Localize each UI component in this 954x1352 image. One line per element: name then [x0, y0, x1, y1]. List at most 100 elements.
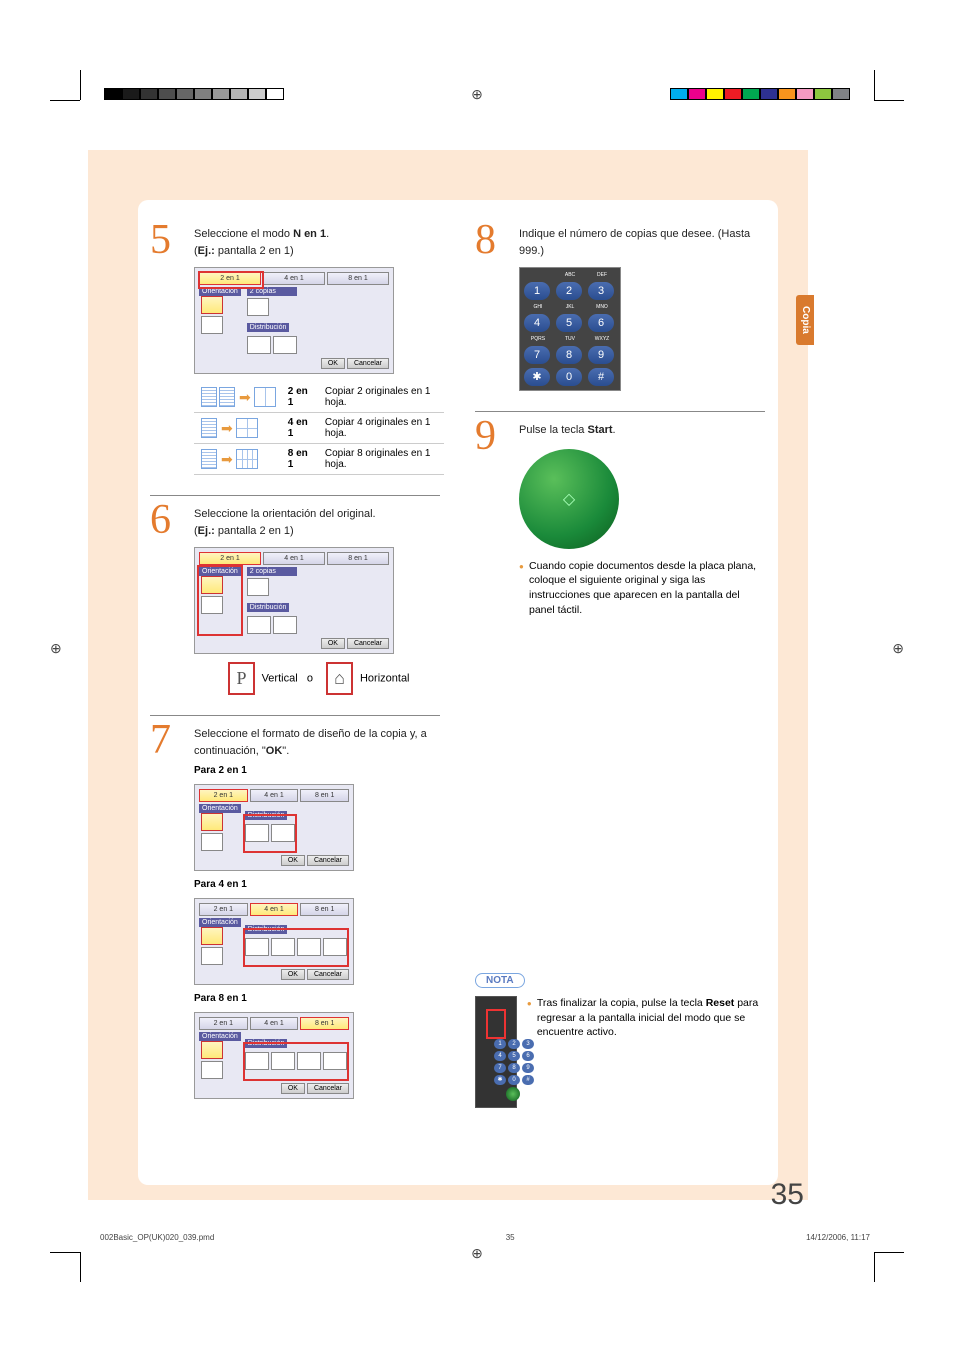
keypad-key[interactable]: 1 [524, 282, 550, 300]
mode-button-4en1[interactable]: 4 en 1 [250, 903, 299, 916]
orientation-landscape-button[interactable] [201, 833, 223, 851]
mode-button-2en1[interactable]: 2 en 1 [199, 552, 261, 565]
orientation-landscape-button[interactable] [201, 1061, 223, 1079]
mode-button-4en1[interactable]: 4 en 1 [263, 272, 325, 285]
text-bold: Reset [706, 997, 735, 1009]
arrow-right-icon: ➡ [221, 420, 233, 437]
step-text: Pulse la tecla Start. [519, 422, 765, 439]
mode-button-8en1[interactable]: 8 en 1 [327, 272, 389, 285]
keypad-key[interactable]: ✱ [524, 368, 550, 386]
mode-button-8en1[interactable]: 8 en 1 [300, 789, 349, 802]
ok-button[interactable]: OK [281, 855, 305, 866]
mode-button-8en1[interactable]: 8 en 1 [300, 903, 349, 916]
cancel-button[interactable]: Cancelar [307, 855, 349, 866]
step-9: 9 Pulse la tecla Start. Cuando copie doc… [475, 422, 765, 617]
registration-mark-icon: ⊕ [892, 640, 904, 657]
mode-button-4en1[interactable]: 4 en 1 [250, 789, 299, 802]
orientation-portrait-button[interactable] [201, 1041, 223, 1059]
keypad-key[interactable]: 2 [556, 282, 582, 300]
highlight-box [198, 271, 264, 289]
print-footer: 002Basic_OP(UK)020_039.pmd 35 14/12/2006… [100, 1233, 870, 1242]
copies-button[interactable] [247, 298, 269, 316]
crop-mark [864, 70, 904, 110]
orientation-portrait-button[interactable] [201, 296, 223, 314]
orientation-label: Orientación [199, 918, 241, 927]
divider [150, 715, 440, 716]
grayscale-bar [104, 88, 284, 100]
text-bold: N en 1 [293, 228, 326, 240]
distribution-button[interactable] [273, 616, 297, 634]
distribution-button[interactable] [247, 616, 271, 634]
keypad-key[interactable]: 0 [556, 368, 582, 386]
keypad-key[interactable]: 7 [524, 346, 550, 364]
start-button-icon [519, 449, 619, 549]
keypad-key[interactable]: 6 [588, 314, 614, 332]
orientation-landscape-button[interactable] [201, 316, 223, 334]
keypad-key[interactable]: 8 [556, 346, 582, 364]
touchscreen-screenshot: 2 en 1 4 en 1 8 en 1 Orientación 2 copia… [194, 547, 394, 654]
cancel-button[interactable]: Cancelar [307, 1083, 349, 1094]
cancel-button[interactable]: Cancelar [307, 969, 349, 980]
copies-button[interactable] [247, 578, 269, 596]
divider [150, 495, 440, 496]
step-5: 5 Seleccione el modo N en 1. (Ej.: panta… [150, 226, 440, 475]
distribution-button[interactable] [247, 336, 271, 354]
mode-button-8en1[interactable]: 8 en 1 [300, 1017, 349, 1030]
keypad-key[interactable]: 4 [524, 314, 550, 332]
text: Vertical [262, 672, 298, 684]
mode-button-4en1[interactable]: 4 en 1 [263, 552, 325, 565]
orientation-portrait-button[interactable] [201, 813, 223, 831]
distribution-button[interactable] [273, 336, 297, 354]
text: o [307, 672, 313, 684]
cancel-button[interactable]: Cancelar [347, 638, 389, 649]
mode-desc: Copiar 4 originales en 1 hoja. [319, 413, 444, 444]
ok-button[interactable]: OK [321, 638, 345, 649]
ok-button[interactable]: OK [281, 969, 305, 980]
mode-button-2en1[interactable]: 2 en 1 [199, 1017, 248, 1030]
touchscreen-screenshot: 2 en 1 4 en 1 8 en 1 Orientación 2 copia… [194, 267, 394, 374]
orientation-legend: P Vertical o ⌂ Horizontal [194, 662, 440, 695]
mode-button-2en1[interactable]: 2 en 1 [199, 903, 248, 916]
text: pantalla 2 en 1) [215, 525, 294, 537]
step-text: Seleccione el modo N en 1. (Ej.: pantall… [194, 226, 440, 259]
mode-button-4en1[interactable]: 4 en 1 [250, 1017, 299, 1030]
registration-mark-icon: ⊕ [471, 1245, 483, 1262]
ok-button[interactable]: OK [321, 358, 345, 369]
keypad-key[interactable]: 3 [588, 282, 614, 300]
mode-desc: Copiar 8 originales en 1 hoja. [319, 444, 444, 475]
step-number: 8 [475, 216, 496, 264]
step-number: 9 [475, 412, 496, 460]
nota-text: Tras finalizar la copia, pulse la tecla … [527, 996, 765, 1108]
text: Seleccione el formato de diseño de la co… [194, 728, 427, 757]
table-row: ➡ 8 en 1 Copiar 8 originales en 1 hoja. [194, 444, 444, 475]
footer-date: 14/12/2006, 11:17 [806, 1233, 870, 1242]
crop-mark [50, 1242, 90, 1282]
cancel-button[interactable]: Cancelar [347, 358, 389, 369]
orientation-portrait-button[interactable] [201, 927, 223, 945]
orientation-landscape-button[interactable] [201, 947, 223, 965]
text: . [613, 424, 616, 436]
mode-button-2en1[interactable]: 2 en 1 [199, 789, 248, 802]
sub-heading: Para 4 en 1 [194, 879, 440, 890]
nota-label: NOTA [475, 973, 525, 988]
nota-section: NOTA 123456789✱0# Tras finalizar la copi… [475, 970, 765, 1108]
mode-button-8en1[interactable]: 8 en 1 [327, 552, 389, 565]
step-text: Indique el número de copias que desee. (… [519, 226, 765, 259]
text: Pulse la tecla [519, 424, 587, 436]
mode-name: 4 en 1 [288, 417, 308, 439]
numeric-keypad: ABCDEF123GHIJKLMNO456PQRSTUVWXYZ789✱0# [519, 267, 621, 391]
keypad-key[interactable]: # [588, 368, 614, 386]
text: Seleccione el modo [194, 228, 293, 240]
text: Horizontal [360, 672, 410, 684]
ok-button[interactable]: OK [281, 1083, 305, 1094]
keypad-key[interactable]: 9 [588, 346, 614, 364]
mode-description-table: ➡ 2 en 1 Copiar 2 originales en 1 hoja. … [194, 382, 444, 475]
text-bold: OK [266, 745, 283, 757]
text: ". [282, 745, 289, 757]
text: Tras finalizar la copia, pulse la tecla [537, 997, 706, 1009]
table-row: ➡ 2 en 1 Copiar 2 originales en 1 hoja. [194, 382, 444, 413]
touchscreen-screenshot: 2 en 1 4 en 1 8 en 1 Orientación Distrib… [194, 898, 354, 985]
text: pantalla 2 en 1) [215, 245, 294, 257]
keypad-key[interactable]: 5 [556, 314, 582, 332]
sub-heading: Para 2 en 1 [194, 765, 440, 776]
